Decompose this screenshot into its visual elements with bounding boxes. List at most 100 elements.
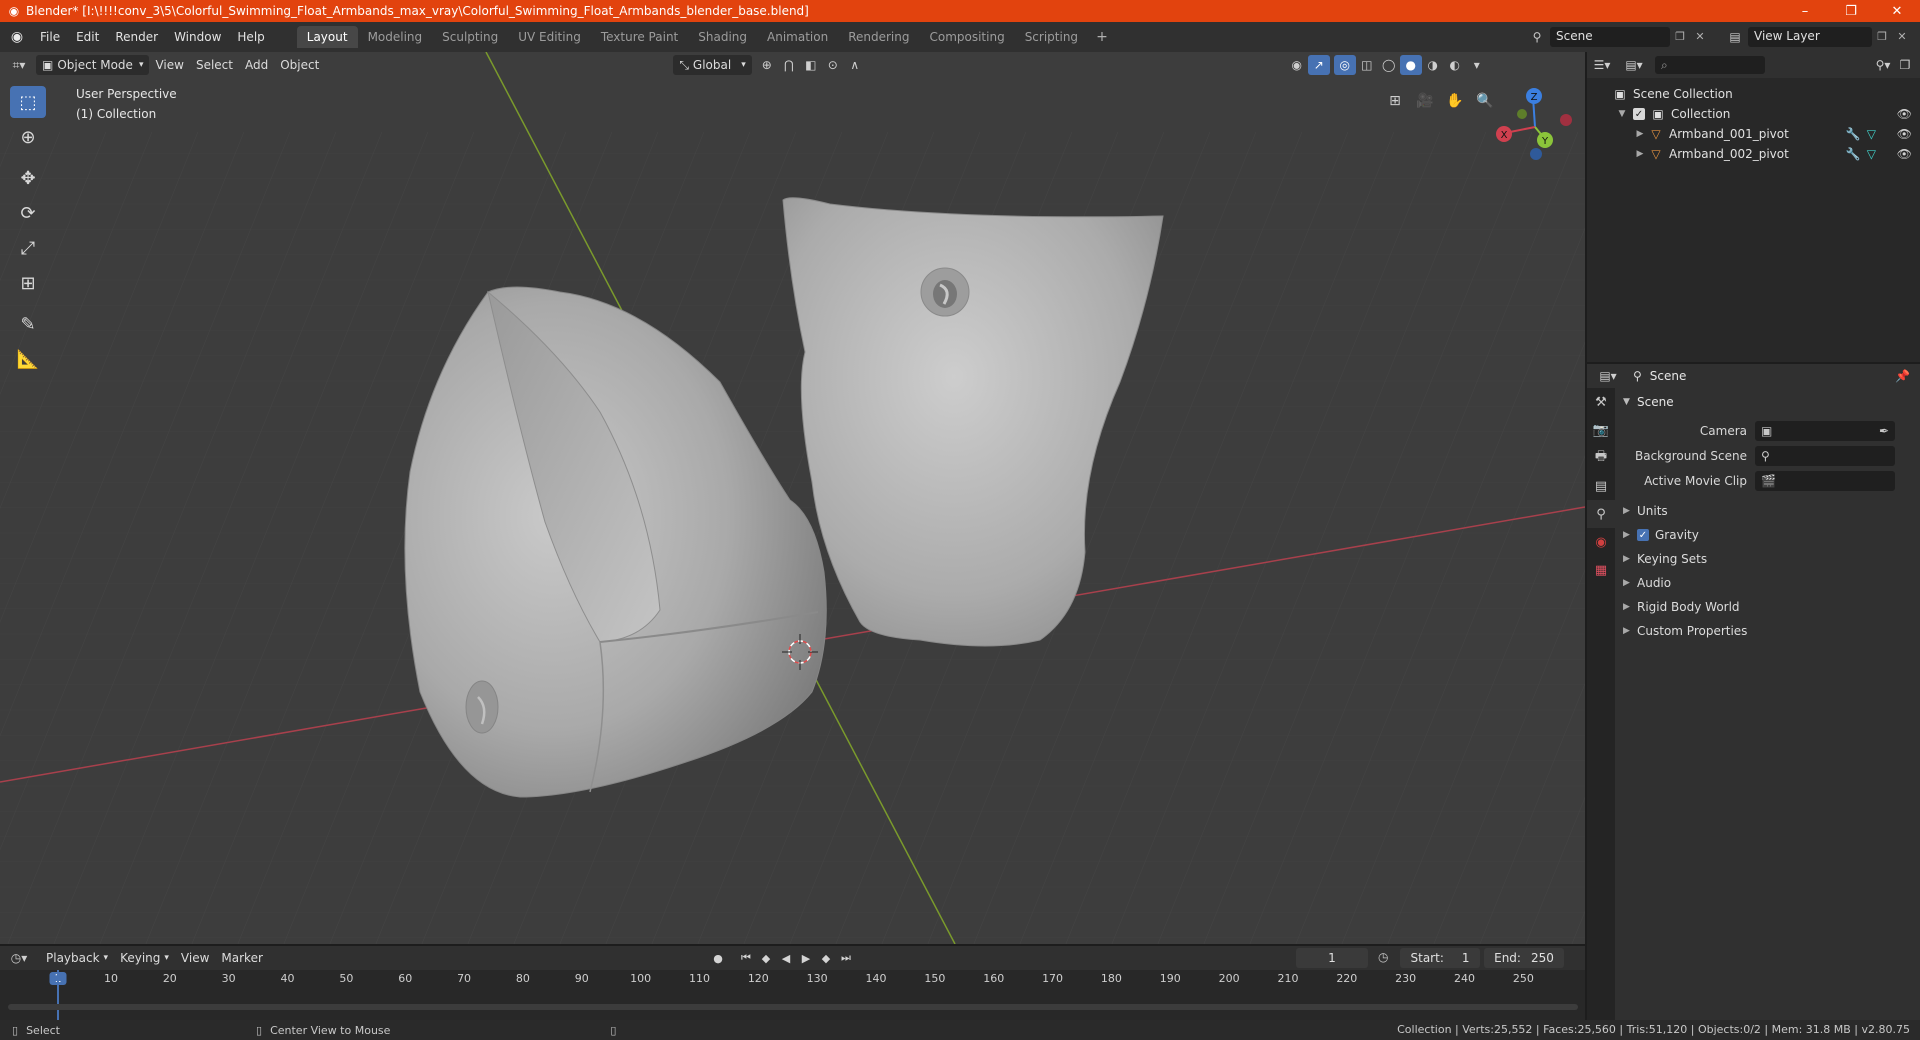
material-shading-icon[interactable]: ◑ xyxy=(1422,55,1444,75)
add-menu[interactable]: Add xyxy=(239,55,274,75)
eye-icon[interactable]: 👁 xyxy=(1897,127,1912,141)
pin-icon[interactable]: 📌 xyxy=(1895,369,1910,383)
menu-help[interactable]: Help xyxy=(229,26,272,48)
render-tab-icon[interactable]: 📷 xyxy=(1587,416,1615,444)
tab-sculpting[interactable]: Sculpting xyxy=(432,26,508,48)
menu-render[interactable]: Render xyxy=(107,26,166,48)
overlay-toggle-icon[interactable]: ◎ xyxy=(1333,55,1356,75)
movie-clip-field[interactable]: 🎬 xyxy=(1755,470,1895,491)
add-workspace-button[interactable]: + xyxy=(1088,25,1116,49)
next-keyframe-icon[interactable]: ◆ xyxy=(816,948,836,968)
tool-tab-icon[interactable]: ⚒ xyxy=(1587,388,1615,416)
view-layer-icon[interactable]: ▤ xyxy=(1722,27,1748,47)
playhead-line[interactable] xyxy=(57,970,59,1020)
view-menu[interactable]: View xyxy=(149,55,189,75)
tab-scripting[interactable]: Scripting xyxy=(1015,26,1088,48)
pan-hand-icon[interactable]: ✋ xyxy=(1440,88,1470,114)
new-scene-icon[interactable]: ❐ xyxy=(1670,27,1690,47)
tab-rendering[interactable]: Rendering xyxy=(838,26,919,48)
expand-arrow-icon[interactable]: ▶ xyxy=(1633,149,1647,159)
menu-edit[interactable]: Edit xyxy=(68,26,107,48)
camera-field[interactable]: ▣ ✒ xyxy=(1755,420,1895,441)
jump-end-icon[interactable]: ⏭ xyxy=(836,948,856,968)
timeline-view-menu[interactable]: View xyxy=(175,948,215,968)
transform-tool-icon[interactable]: ⊞ xyxy=(10,267,46,299)
camera-view-icon[interactable]: 🎥 xyxy=(1410,88,1440,114)
background-scene-field[interactable]: ⚲ xyxy=(1755,445,1895,466)
3d-viewport[interactable]: Z X Y ⌗▾ ▣ Object Mode ▾ View Select Add… xyxy=(0,52,1585,944)
falloff-icon[interactable]: ∧ xyxy=(844,55,866,75)
snap-icon[interactable]: ⋂ xyxy=(778,55,800,75)
proportional-edit-icon[interactable]: ⊙ xyxy=(822,55,844,75)
world-tab-icon[interactable]: ◉ xyxy=(1587,528,1615,556)
output-tab-icon[interactable]: 🖶 xyxy=(1587,444,1615,472)
auto-keying-clock-icon[interactable]: ◷ xyxy=(1378,950,1388,964)
outliner-collection[interactable]: ▼ ✓ ▣ Collection 👁 xyxy=(1587,104,1920,124)
filter-icon[interactable]: ⚲▾ xyxy=(1872,55,1894,75)
expand-arrow-icon[interactable]: ▶ xyxy=(1633,129,1647,139)
playback-menu[interactable]: Playback ▾ xyxy=(40,948,114,968)
units-panel[interactable]: ▶ Units xyxy=(1615,499,1920,523)
jump-start-icon[interactable]: ⏮ xyxy=(736,948,756,968)
visibility-icon[interactable]: ◉ xyxy=(1286,55,1308,75)
xray-icon[interactable]: ◫ xyxy=(1356,55,1378,75)
outliner-search-input[interactable]: ⌕ xyxy=(1655,56,1765,74)
select-menu[interactable]: Select xyxy=(190,55,239,75)
menu-window[interactable]: Window xyxy=(166,26,229,48)
custom-properties-panel[interactable]: ▶ Custom Properties xyxy=(1615,619,1920,643)
tab-compositing[interactable]: Compositing xyxy=(919,26,1014,48)
modifier-wrench-icon[interactable]: 🔧 xyxy=(1846,147,1861,161)
eyedropper-icon[interactable]: ✒ xyxy=(1879,424,1889,438)
tab-modeling[interactable]: Modeling xyxy=(358,26,433,48)
display-mode-icon[interactable]: ▤▾ xyxy=(1623,55,1645,75)
delete-scene-icon[interactable]: ✕ xyxy=(1690,27,1710,47)
tab-texture-paint[interactable]: Texture Paint xyxy=(591,26,688,48)
tab-shading[interactable]: Shading xyxy=(688,26,757,48)
solid-shading-icon[interactable]: ● xyxy=(1399,55,1422,75)
tab-uv-editing[interactable]: UV Editing xyxy=(508,26,591,48)
timeline-editor-type-icon[interactable]: ◷▾ xyxy=(8,948,30,968)
shading-options-icon[interactable]: ▾ xyxy=(1466,55,1488,75)
rigid-body-world-panel[interactable]: ▶ Rigid Body World xyxy=(1615,595,1920,619)
keying-menu[interactable]: Keying ▾ xyxy=(114,948,175,968)
properties-editor-type-icon[interactable]: ▤▾ xyxy=(1597,366,1619,386)
texture-tab-icon[interactable]: ▦ xyxy=(1587,556,1615,584)
scene-panel-header[interactable]: ▼ Scene xyxy=(1615,390,1920,414)
mesh-data-icon[interactable]: ▽ xyxy=(1867,127,1876,141)
view-layer-tab-icon[interactable]: ▤ xyxy=(1587,472,1615,500)
pivot-point-icon[interactable]: ⊕ xyxy=(756,55,778,75)
outliner-item-armband-002[interactable]: ▶ ▽ Armband_002_pivot 🔧 ▽ 👁 xyxy=(1587,144,1920,164)
modifier-wrench-icon[interactable]: 🔧 xyxy=(1846,127,1861,141)
wireframe-shading-icon[interactable]: ◯ xyxy=(1378,55,1400,75)
collection-checkbox[interactable]: ✓ xyxy=(1633,108,1645,120)
blender-logo-icon[interactable]: ◉ xyxy=(8,28,26,46)
maximize-button[interactable]: ❐ xyxy=(1828,0,1874,22)
cursor-tool-icon[interactable]: ⊕ xyxy=(10,121,46,153)
audio-panel[interactable]: ▶ Audio xyxy=(1615,571,1920,595)
annotate-tool-icon[interactable]: ✎ xyxy=(10,308,46,340)
eye-icon[interactable]: 👁 xyxy=(1897,107,1912,121)
snap-target-icon[interactable]: ◧ xyxy=(800,55,822,75)
perspective-toggle-icon[interactable]: ⊞ xyxy=(1380,88,1410,114)
object-menu[interactable]: Object xyxy=(274,55,325,75)
minimize-button[interactable]: – xyxy=(1782,0,1828,22)
marker-menu[interactable]: Marker xyxy=(215,948,268,968)
gravity-panel[interactable]: ▶ ✓ Gravity xyxy=(1615,523,1920,547)
transform-orientation-dropdown[interactable]: ⤡ Global ▾ xyxy=(673,55,752,75)
prev-keyframe-icon[interactable]: ◆ xyxy=(756,948,776,968)
view-layer-field[interactable]: View Layer xyxy=(1748,27,1872,47)
mesh-data-icon[interactable]: ▽ xyxy=(1867,147,1876,161)
select-box-tool-icon[interactable]: ⬚ xyxy=(10,86,46,118)
delete-view-layer-icon[interactable]: ✕ xyxy=(1892,27,1912,47)
scene-tab-icon[interactable]: ⚲ xyxy=(1587,500,1615,528)
start-frame-field[interactable]: Start: 1 xyxy=(1400,948,1480,968)
rendered-shading-icon[interactable]: ◐ xyxy=(1444,55,1466,75)
scene-name-field[interactable]: Scene xyxy=(1550,27,1670,47)
tab-layout[interactable]: Layout xyxy=(296,26,358,48)
record-icon[interactable]: ● xyxy=(708,948,728,968)
close-button[interactable]: ✕ xyxy=(1874,0,1920,22)
tab-animation[interactable]: Animation xyxy=(757,26,838,48)
new-view-layer-icon[interactable]: ❐ xyxy=(1872,27,1892,47)
scale-tool-icon[interactable]: ⤢ xyxy=(10,232,46,264)
collapse-arrow-icon[interactable]: ▼ xyxy=(1615,109,1629,119)
